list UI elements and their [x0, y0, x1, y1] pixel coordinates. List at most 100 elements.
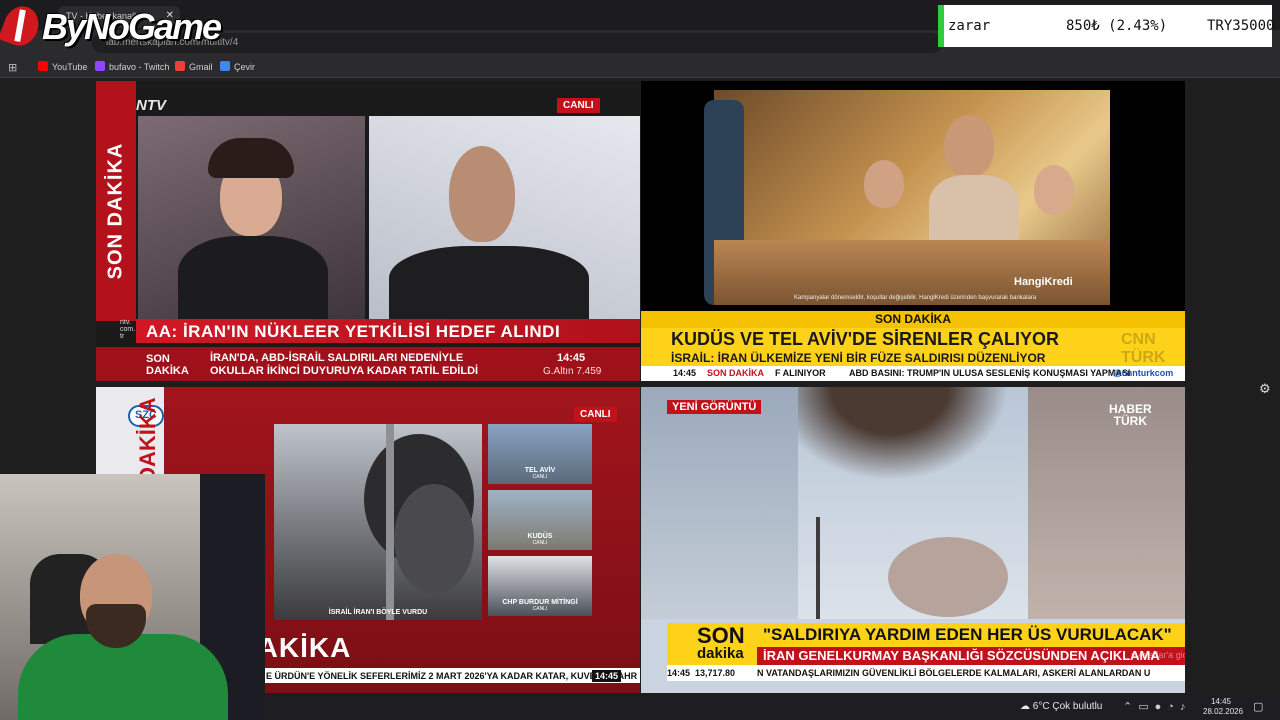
- tv-panel-ntv[interactable]: SON DAKİKA NTV CANLI ntv. com. tr AA: İR…: [96, 81, 640, 381]
- translate-icon: [220, 61, 230, 71]
- windows-taskbar: ☁ 6°C Çok bulutlu ⌃▭●◔♪ 14:45 28.02.2026…: [265, 695, 1280, 720]
- ad-person-boy: [864, 160, 904, 208]
- szc-thumb-sub: CANLI: [532, 606, 548, 612]
- cnn-ticker-text-2: ABD BASINI: TRUMP'IN ULUSA SESLENİŞ KONU…: [849, 368, 1131, 378]
- cnn-ticker-label: SON DAKİKA: [707, 368, 765, 378]
- cnn-logo: CNN TÜRK: [1121, 331, 1166, 366]
- ht-ticker: 14:45 13,717.80 N VATANDAŞLARIMIZIN GÜVE…: [667, 665, 1185, 681]
- weather-text: 6°C Çok bulutlu: [1032, 701, 1103, 712]
- tree-branch: [798, 387, 1028, 497]
- guest-figure: [389, 246, 589, 326]
- tv-panel-cnnturk[interactable]: HangiKredi Kampanyalar dönemseldir, koşu…: [641, 81, 1185, 381]
- cnn-headline: KUDÜS VE TEL AVİV'DE SİRENLER ÇALIYOR: [641, 328, 1185, 351]
- szc-thumb-kudus[interactable]: KUDÜS CANLI: [488, 490, 592, 550]
- ticker-change: 850₺ (2.43%): [1066, 18, 1168, 34]
- ht-yeni-goruntu: YENİ GÖRÜNTÜ: [667, 400, 762, 414]
- ntv-lower-bar: SON DAKİKA İRAN'DA, ABD-İSRAİL SALDIRILA…: [96, 347, 640, 381]
- ad-brand: HangiKredi: [1014, 276, 1073, 288]
- szc-thumb-telaviv[interactable]: TEL AVİV CANLI: [488, 424, 592, 484]
- anchor-hair: [208, 138, 294, 178]
- bookmarks-bar: ⊞ YouTube bufavo - Twitch Gmail Çevir: [0, 56, 1280, 78]
- ht-main-feed: [798, 387, 1028, 619]
- ht-ticker-text: N VATANDAŞLARIMIZIN GÜVENLİKLİ BÖLGELERD…: [757, 668, 1151, 678]
- logo-mark-icon: [0, 1, 44, 51]
- ht-son-dakika-box: SON dakika: [667, 623, 757, 665]
- ht-logo: HABER TÜRK: [1109, 403, 1152, 427]
- notification-icon[interactable]: ▢: [1253, 700, 1263, 713]
- ht-ticker-time: 14:45: [667, 668, 691, 678]
- ht-headline: "SALDIRIYA YARDIM EDEN HER ÜS VURULACAK": [757, 623, 1185, 647]
- clock-date: 28.02.2026: [1203, 707, 1244, 716]
- network-icon[interactable]: ▭: [1138, 701, 1154, 713]
- ticker-label: zarar: [948, 18, 991, 34]
- ticker-balance: TRY35000: [1207, 18, 1275, 34]
- szc-thumb-label: CHP BURDUR MİTİNGİ: [502, 599, 578, 606]
- anchor-figure: [178, 236, 328, 326]
- cnn-ticker-time: 14:45: [673, 368, 697, 378]
- apps-grid-icon[interactable]: ⊞: [8, 61, 17, 74]
- gear-icon[interactable]: ⚙: [1259, 381, 1271, 397]
- szc-thumb-label: TEL AVİV: [524, 467, 556, 474]
- szc-thumb-caption: CHP BURDUR MİTİNGİ CANLI: [488, 599, 592, 613]
- guest-head: [449, 146, 515, 242]
- ntv-bar-line-1: İRAN'DA, ABD-İSRAİL SALDIRILARI NEDENİYL…: [210, 352, 464, 364]
- tv-panel-haberturk[interactable]: YENİ GÖRÜNTÜ HABER TÜRK SON dakika "SALD…: [641, 387, 1185, 693]
- cnn-ticker-handle: @cnnturkcom: [1113, 368, 1174, 378]
- ntv-gold-price: G.Altın 7.459: [543, 366, 602, 377]
- ntv-headline: AA: İRAN'IN NÜKLEER YETKİLİSİ HEDEF ALIN…: [136, 319, 640, 343]
- taskbar-clock[interactable]: 14:45 28.02.2026: [1203, 697, 1243, 717]
- logo-text: ByNoGame: [42, 6, 222, 47]
- ntv-clock: 14:45: [557, 352, 586, 364]
- ntv-logo: NTV: [136, 97, 166, 114]
- ntv-anchor-feed: [138, 116, 365, 326]
- ntv-vertical-label: SON DAKİKA: [104, 142, 127, 280]
- ad-person-girl: [1034, 165, 1074, 215]
- szc-thumb-sub: CANLI: [532, 540, 548, 546]
- ht-right-feed: [1028, 387, 1185, 619]
- ht-dakika: dakika: [697, 645, 744, 662]
- ntv-web-logo: ntv. com. tr: [120, 319, 136, 340]
- ad-person-woman-body: [929, 175, 1019, 245]
- szc-thumb-sub: CANLI: [532, 474, 548, 480]
- bookmark-translate[interactable]: Çevir: [220, 61, 255, 72]
- szc-thumb-label: KUDÜS: [527, 533, 553, 540]
- ntv-guest-feed: [369, 116, 640, 326]
- wifi-icon[interactable]: ◔: [1167, 701, 1180, 713]
- szc-pole: [386, 424, 394, 620]
- profit-ticker: zarar 850₺ (2.43%) TRY35000: [938, 5, 1275, 47]
- webcam-overlay: [0, 474, 265, 720]
- szc-thumb-caption: KUDÜS CANLI: [488, 533, 592, 547]
- cnn-son-dakika: SON DAKİKA: [641, 311, 1185, 328]
- ad-person-woman: [944, 115, 994, 177]
- twitch-icon: [95, 61, 105, 71]
- ntv-side-strip: SON DAKİKA: [96, 81, 136, 321]
- weather-widget[interactable]: ☁ 6°C Çok bulutlu: [1020, 701, 1102, 712]
- szc-thumb-caption: TEL AVİV CANLI: [488, 467, 592, 481]
- microphone-icon[interactable]: ●: [1155, 701, 1168, 713]
- system-tray[interactable]: ⌃▭●◔♪: [1123, 700, 1191, 713]
- ht-left-feed: [641, 387, 798, 619]
- bookmark-twitch[interactable]: bufavo - Twitch: [95, 61, 169, 72]
- clock-time: 14:45: [1210, 697, 1232, 706]
- cnn-ad-feed: HangiKredi Kampanyalar dönemseldir, koşu…: [704, 90, 1110, 305]
- gmail-icon: [175, 61, 185, 71]
- szc-live-badge: CANLI: [574, 407, 617, 422]
- ntv-live-badge: CANLI: [557, 98, 600, 113]
- volume-icon[interactable]: ♪: [1180, 701, 1192, 713]
- bookmark-youtube[interactable]: YouTube: [38, 61, 87, 72]
- ht-ticker-value: 13,717.80: [695, 668, 736, 678]
- szc-main-feed: İSRAİL İRAN'I BÖYLE VURDU: [274, 424, 482, 620]
- szc-clock: 14:45: [592, 670, 622, 682]
- cnn-ticker: 14:45 SON DAKİKA F ALINIYOR ABD BASINI: …: [641, 366, 1185, 381]
- weather-icon: ☁: [1020, 701, 1030, 712]
- szc-main-caption: İSRAİL İRAN'I BÖYLE VURDU: [328, 609, 428, 616]
- utility-pole: [816, 517, 820, 619]
- ad-disclaimer: Kampanyalar dönemseldir, koşullar değişe…: [794, 295, 1037, 301]
- ht-subline: İRAN GENELKURMAY BAŞKANLIĞI SÖZCÜSÜNDEN …: [757, 647, 1185, 665]
- bookmark-gmail[interactable]: Gmail: [175, 61, 213, 72]
- dust-cloud: [888, 537, 1008, 617]
- windows-activation-hint: n Ayarlar'a gidin.: [1131, 650, 1185, 660]
- smoke-cloud-2: [394, 484, 474, 594]
- szc-thumb-chp[interactable]: CHP BURDUR MİTİNGİ CANLI: [488, 556, 592, 616]
- chevron-up-icon[interactable]: ⌃: [1123, 701, 1138, 713]
